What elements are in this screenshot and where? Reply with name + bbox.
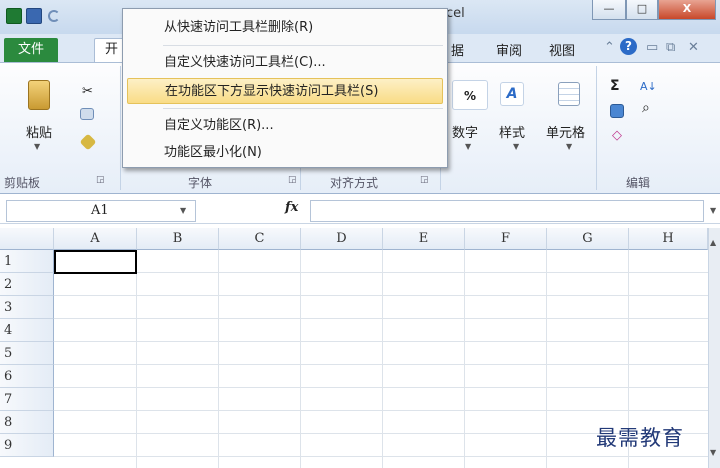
sort-filter-icon[interactable]: A↓ — [640, 80, 657, 93]
column-header[interactable]: B — [137, 228, 219, 250]
clipboard-launcher-icon[interactable]: ◲ — [96, 175, 105, 185]
menu-separator — [163, 45, 443, 46]
column-header[interactable]: H — [629, 228, 708, 250]
styles-dropdown-icon[interactable]: ▼ — [513, 142, 519, 151]
menu-item-remove-from-qat[interactable]: 从快速访问工具栏删除(R) — [127, 15, 443, 41]
undo-icon[interactable] — [48, 10, 60, 22]
row-header[interactable]: 1 — [0, 250, 54, 273]
select-all-corner[interactable] — [0, 228, 54, 250]
font-launcher-icon[interactable]: ◲ — [288, 175, 297, 185]
column-header[interactable]: A — [54, 228, 137, 250]
watermark: 最需教育 — [596, 426, 684, 450]
gridline — [464, 250, 465, 468]
fill-icon[interactable] — [610, 104, 624, 118]
selected-cell[interactable] — [54, 250, 137, 274]
maximize-button[interactable]: □ — [626, 0, 658, 20]
row-header[interactable]: 2 — [0, 273, 54, 296]
number-dropdown-icon[interactable]: ▼ — [465, 142, 471, 151]
group-label-clipboard: 剪贴板 — [4, 176, 41, 190]
tab-file[interactable]: 文件 — [4, 38, 58, 62]
name-box[interactable]: A1 — [6, 200, 196, 222]
doc-restore-icon[interactable]: ⧉ — [666, 40, 675, 55]
cells-button[interactable]: 单元格 — [546, 122, 585, 141]
column-header[interactable]: G — [547, 228, 629, 250]
percent-icon[interactable]: % — [452, 80, 488, 110]
gridline — [54, 318, 708, 319]
cut-icon[interactable]: ✂ — [82, 84, 93, 99]
group-label-alignment: 对齐方式 — [330, 176, 379, 190]
gridline — [218, 250, 219, 468]
paste-dropdown-icon[interactable]: ▼ — [34, 142, 40, 151]
group-separator — [596, 66, 597, 190]
autosum-icon[interactable]: Σ — [610, 78, 620, 94]
qat-context-menu: 从快速访问工具栏删除(R) 自定义快速访问工具栏(C)... 在功能区下方显示快… — [122, 8, 448, 168]
gridline — [54, 387, 708, 388]
clipboard-icon[interactable] — [28, 80, 50, 110]
formula-input[interactable] — [310, 200, 704, 222]
group-label-editing: 编辑 — [626, 176, 651, 190]
gridline — [54, 272, 708, 273]
clear-icon[interactable]: ◇ — [612, 128, 622, 143]
copy-icon[interactable] — [80, 108, 94, 120]
find-select-icon[interactable]: ⌕ — [642, 100, 650, 116]
close-button[interactable]: X — [658, 0, 716, 20]
styles-icon[interactable]: A — [500, 82, 524, 106]
vertical-scrollbar[interactable] — [708, 228, 720, 468]
gridline — [54, 295, 708, 296]
row-header[interactable]: 3 — [0, 296, 54, 319]
row-header[interactable]: 5 — [0, 342, 54, 365]
tab-data[interactable]: 据 — [451, 40, 464, 59]
menu-item-customize-qat[interactable]: 自定义快速访问工具栏(C)... — [127, 50, 443, 76]
scroll-down-icon[interactable]: ▼ — [710, 448, 716, 457]
menu-item-minimize-ribbon[interactable]: 功能区最小化(N) — [127, 140, 443, 166]
gridline — [546, 250, 547, 468]
gridline — [54, 456, 708, 457]
cells-icon[interactable] — [558, 82, 580, 106]
excel-app-icon[interactable] — [6, 8, 22, 24]
menu-separator — [163, 108, 443, 109]
name-box-dropdown-icon[interactable]: ▼ — [180, 206, 186, 215]
column-header[interactable]: C — [219, 228, 301, 250]
tab-review[interactable]: 审阅 — [496, 40, 522, 59]
styles-button[interactable]: 样式 — [499, 122, 525, 141]
gridline — [136, 250, 137, 468]
number-button[interactable]: 数字 — [452, 122, 478, 141]
row-header[interactable]: 9 — [0, 434, 54, 457]
alignment-launcher-icon[interactable]: ◲ — [420, 175, 429, 185]
group-separator — [120, 66, 121, 190]
column-header[interactable]: E — [383, 228, 465, 250]
column-header[interactable]: F — [465, 228, 547, 250]
gridline — [54, 364, 708, 365]
ribbon-collapse-icon[interactable]: ⌃ — [604, 40, 615, 55]
doc-close-icon[interactable]: ✕ — [688, 40, 699, 55]
menu-item-customize-ribbon[interactable]: 自定义功能区(R)... — [127, 113, 443, 139]
gridline — [54, 410, 708, 411]
gridline — [54, 341, 708, 342]
gridline — [300, 250, 301, 468]
minimize-button[interactable]: — — [592, 0, 626, 20]
gridline — [382, 250, 383, 468]
doc-minimize-icon[interactable]: ▭ — [646, 40, 658, 55]
row-header[interactable]: 8 — [0, 411, 54, 434]
scroll-up-icon[interactable]: ▲ — [710, 238, 716, 247]
formula-expand-icon[interactable]: ▼ — [710, 206, 716, 215]
paste-button[interactable]: 粘贴 — [26, 122, 52, 141]
save-icon[interactable] — [26, 8, 42, 24]
row-header[interactable]: 7 — [0, 388, 54, 411]
insert-function-button[interactable]: fx — [285, 200, 298, 215]
cells-dropdown-icon[interactable]: ▼ — [566, 142, 572, 151]
help-icon[interactable]: ? — [620, 38, 637, 55]
column-header[interactable]: D — [301, 228, 383, 250]
tab-view[interactable]: 视图 — [549, 40, 575, 59]
window-title: cel — [446, 6, 465, 21]
row-header[interactable]: 6 — [0, 365, 54, 388]
menu-item-show-qat-below-ribbon[interactable]: 在功能区下方显示快速访问工具栏(S) — [127, 78, 443, 104]
group-label-font: 字体 — [188, 176, 213, 190]
row-header[interactable]: 4 — [0, 319, 54, 342]
